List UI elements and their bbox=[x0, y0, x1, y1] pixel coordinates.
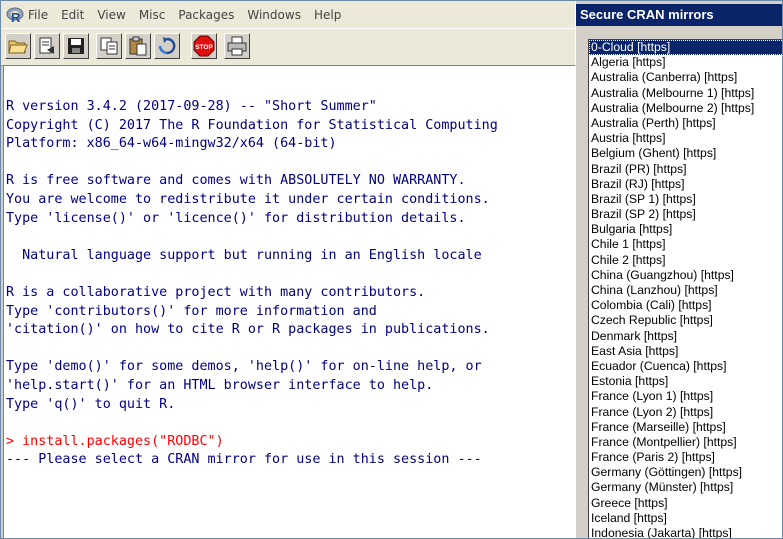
menu-misc[interactable]: Misc bbox=[139, 8, 166, 22]
r-gui-window: R File Edit View Misc Packages Windows H… bbox=[0, 0, 783, 539]
mirror-list-item[interactable]: Chile 2 [https] bbox=[589, 253, 782, 268]
mirror-list-item[interactable]: Chile 1 [https] bbox=[589, 237, 782, 252]
print-button[interactable] bbox=[224, 33, 250, 59]
mirror-list-item[interactable]: China (Guangzhou) [https] bbox=[589, 268, 782, 283]
menu-bar: R File Edit View Misc Packages Windows H… bbox=[1, 1, 575, 28]
stop-icon: STOP bbox=[193, 35, 215, 57]
mirror-list-item[interactable]: Brazil (SP 2) [https] bbox=[589, 207, 782, 222]
paste-icon bbox=[129, 36, 147, 56]
stop-label: STOP bbox=[195, 44, 213, 51]
open-script-button[interactable] bbox=[5, 33, 31, 59]
mirror-list-item[interactable]: France (Marseille) [https] bbox=[589, 420, 782, 435]
mirror-list-item[interactable]: Denmark [https] bbox=[589, 329, 782, 344]
dialog-title: Secure CRAN mirrors bbox=[576, 4, 782, 26]
mirror-list-item[interactable]: Australia (Perth) [https] bbox=[589, 116, 782, 131]
console-line: R is free software and comes with ABSOLU… bbox=[6, 173, 466, 189]
console-line: R is a collaborative project with many c… bbox=[6, 284, 426, 300]
console-output: R version 3.4.2 (2017-09-28) -- "Short S… bbox=[6, 98, 498, 470]
mirror-list-item[interactable]: Germany (Göttingen) [https] bbox=[589, 465, 782, 480]
menu-help[interactable]: Help bbox=[314, 8, 341, 22]
console-line: Natural language support but running in … bbox=[6, 247, 482, 263]
load-workspace-button[interactable] bbox=[34, 33, 60, 59]
console-line: Type 'demo()' for some demos, 'help()' f… bbox=[6, 359, 482, 375]
mirror-list-item[interactable]: Iceland [https] bbox=[589, 511, 782, 526]
mirror-list-item[interactable]: Algeria [https] bbox=[589, 55, 782, 70]
mirror-list-item[interactable]: France (Montpellier) [https] bbox=[589, 435, 782, 450]
r-console[interactable]: R version 3.4.2 (2017-09-28) -- "Short S… bbox=[3, 65, 575, 538]
mirror-list-item[interactable]: Bulgaria [https] bbox=[589, 222, 782, 237]
menu-file[interactable]: File bbox=[28, 8, 48, 22]
menu-windows[interactable]: Windows bbox=[247, 8, 301, 22]
print-icon bbox=[227, 36, 247, 56]
mirror-list-item[interactable]: China (Lanzhou) [https] bbox=[589, 283, 782, 298]
console-line: Type 'contributors()' for more informati… bbox=[6, 303, 377, 319]
console-line: Type 'license()' or 'licence()' for dist… bbox=[6, 210, 466, 226]
console-line: Platform: x86_64-w64-mingw32/x64 (64-bit… bbox=[6, 136, 337, 152]
copy-paste-button[interactable] bbox=[154, 33, 180, 59]
open-script-icon bbox=[8, 40, 28, 54]
svg-text:R: R bbox=[11, 10, 21, 24]
stop-button[interactable]: STOP bbox=[191, 33, 217, 59]
cran-mirror-dialog: Secure CRAN mirrors 0-Cloud [https] Alger… bbox=[575, 1, 782, 538]
mirror-list-item[interactable]: Brazil (PR) [https] bbox=[589, 162, 782, 177]
mirror-list-item[interactable]: Brazil (RJ) [https] bbox=[589, 177, 782, 192]
mirror-list-item[interactable]: East Asia [https] bbox=[589, 344, 782, 359]
console-line: R version 3.4.2 (2017-09-28) -- "Short S… bbox=[6, 99, 377, 114]
mirror-list-item[interactable]: Indonesia (Jakarta) [https] bbox=[589, 526, 782, 538]
r-logo-icon[interactable]: R bbox=[6, 6, 24, 25]
console-line: Copyright (C) 2017 The R Foundation for … bbox=[6, 117, 498, 133]
mirror-list-item[interactable]: Estonia [https] bbox=[589, 374, 782, 389]
save-icon bbox=[68, 38, 84, 54]
copy-icon bbox=[100, 37, 118, 55]
mirror-list-item[interactable]: Czech Republic [https] bbox=[589, 313, 782, 328]
console-line: 'help.start()' for an HTML browser inter… bbox=[6, 377, 434, 393]
menu-view[interactable]: View bbox=[97, 8, 125, 22]
mirror-list-item[interactable]: Australia (Melbourne 2) [https] bbox=[589, 101, 782, 116]
copy-paste-icon bbox=[158, 37, 176, 55]
mirror-list-item[interactable]: Belgium (Ghent) [https] bbox=[589, 146, 782, 161]
menu-packages[interactable]: Packages bbox=[178, 8, 234, 22]
mirror-list-item[interactable]: Germany (Münster) [https] bbox=[589, 480, 782, 495]
console-line: 'citation()' on how to cite R or R packa… bbox=[6, 322, 490, 338]
mirror-list-item[interactable]: France (Paris 2) [https] bbox=[589, 450, 782, 465]
mirror-list-item[interactable]: Australia (Melbourne 1) [https] bbox=[589, 86, 782, 101]
console-line: Type 'q()' to quit R. bbox=[6, 396, 176, 412]
paste-button[interactable] bbox=[125, 33, 151, 59]
load-workspace-icon bbox=[39, 37, 54, 54]
mirror-list-item[interactable]: Greece [https] bbox=[589, 496, 782, 511]
mirror-list-item[interactable]: Australia (Canberra) [https] bbox=[589, 70, 782, 85]
console-command: > install.packages("RODBC") bbox=[6, 433, 224, 449]
mirror-list-item[interactable]: France (Lyon 2) [https] bbox=[589, 405, 782, 420]
console-status: --- Please select a CRAN mirror for use … bbox=[6, 452, 482, 468]
save-button[interactable] bbox=[63, 33, 89, 59]
mirror-list-item[interactable]: France (Lyon 1) [https] bbox=[589, 389, 782, 404]
mirror-listbox[interactable]: 0-Cloud [https] Algeria [https] Australia … bbox=[588, 39, 782, 538]
mirror-list-item[interactable]: Brazil (SP 1) [https] bbox=[589, 192, 782, 207]
console-line: You are welcome to redistribute it under… bbox=[6, 191, 490, 207]
mirror-list-item[interactable]: 0-Cloud [https] bbox=[589, 40, 782, 56]
menu-edit[interactable]: Edit bbox=[61, 8, 84, 22]
toolbar: STOP bbox=[1, 28, 575, 66]
mirror-list-item[interactable]: Colombia (Cali) [https] bbox=[589, 298, 782, 313]
mirror-list-item[interactable]: Ecuador (Cuenca) [https] bbox=[589, 359, 782, 374]
mirror-list-item[interactable]: Austria [https] bbox=[589, 131, 782, 146]
copy-button[interactable] bbox=[96, 33, 122, 59]
